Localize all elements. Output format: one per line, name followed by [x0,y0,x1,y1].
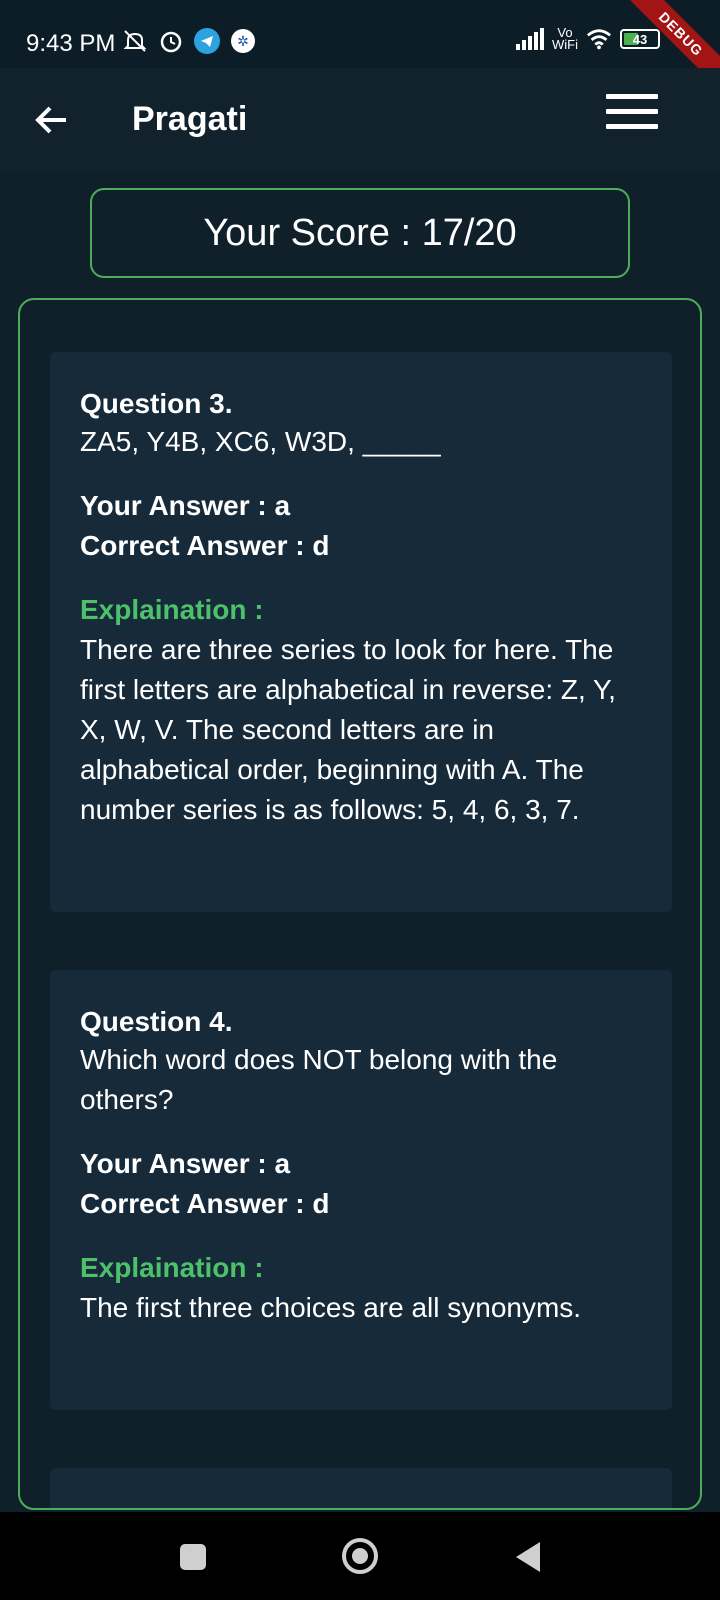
wifi-icon [586,26,612,52]
back-arrow-icon [35,106,66,134]
menu-icon [606,94,658,129]
correct-answer: Correct Answer : d [80,530,330,561]
question-title: Question 3. [80,388,233,419]
alarm-icon [158,28,184,54]
system-nav-bar [0,1512,720,1600]
explanation-text: There are three series to look for here.… [80,634,616,825]
home-button[interactable] [342,1538,378,1574]
signal-icon [516,28,544,50]
settings-badge-icon: ✲ [230,28,256,54]
your-answer: Your Answer : a [80,1148,291,1179]
score-box: Your Score : 17/20 [90,188,630,278]
correct-answer: Correct Answer : d [80,1188,330,1219]
system-back-button[interactable] [516,1542,540,1572]
mute-icon [122,28,148,54]
telegram-icon [194,28,220,54]
question-card [50,1468,672,1508]
question-title: Question 4. [80,1006,233,1037]
score-text: Your Score : 17/20 [203,211,517,254]
question-card: Question 4. Which word does NOT belong w… [50,970,672,1410]
status-bar: 9:43 PM ✲ Vo WiFi 43 DEBUG [0,0,720,103]
question-text: Which word does NOT belong with the othe… [80,1044,558,1115]
menu-button[interactable] [606,94,658,138]
vowifi-label: Vo WiFi [552,25,578,52]
status-time: 9:43 PM [26,30,116,57]
question-text: ZA5, Y4B, XC6, W3D, _____ [80,426,441,457]
back-button[interactable] [30,98,74,142]
results-list[interactable]: Question 3. ZA5, Y4B, XC6, W3D, _____ Yo… [18,298,702,1510]
page-title: Pragati [132,100,248,138]
battery-icon: 43 [620,29,660,49]
status-icons-left: ✲ [122,28,256,54]
battery-level: 43 [632,31,648,47]
status-icons-right: Vo WiFi 43 [516,26,660,52]
your-answer: Your Answer : a [80,490,291,521]
recents-button[interactable] [180,1544,206,1570]
explanation-text: The first three choices are all synonyms… [80,1292,582,1323]
explanation-label: Explaination : [80,594,264,625]
app-bar: Pragati [0,68,720,174]
explanation-label: Explaination : [80,1252,264,1283]
question-card: Question 3. ZA5, Y4B, XC6, W3D, _____ Yo… [50,352,672,912]
